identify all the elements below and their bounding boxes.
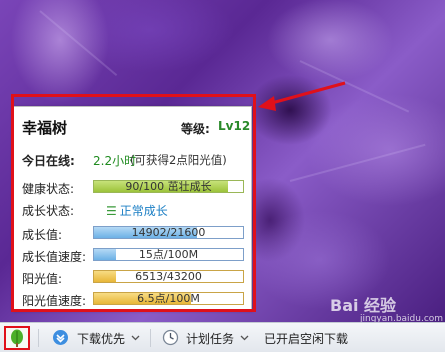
happiness-tree-button[interactable]	[4, 326, 30, 350]
health-label: 健康状态:	[22, 182, 75, 196]
growth-value-bar: 14902/21600	[93, 226, 244, 239]
growth-status-text: 正常成长	[119, 204, 168, 218]
online-time-label: 今日在线:	[22, 154, 75, 168]
chevron-down-icon[interactable]	[240, 333, 249, 342]
download-priority-button[interactable]: 下载优先	[77, 330, 125, 347]
idle-download-status[interactable]: 已开启空闲下载	[264, 330, 348, 347]
tree-leaf-icon	[11, 329, 23, 347]
level-value: Lv12	[218, 119, 251, 133]
online-time-note: (可获得2点阳光值)	[130, 153, 227, 167]
health-bar: 90/100 茁壮成长	[93, 180, 244, 193]
growth-value-label: 成长值:	[22, 228, 63, 242]
watermark-text: Bai 经验	[330, 296, 397, 315]
happiness-tree-tooltip: 幸福树 等级: Lv12 今日在线: 2.2小时 (可获得2点阳光值) 健康状态…	[12, 106, 252, 310]
sunlight-speed-label: 阳光值速度:	[22, 294, 87, 308]
taskbar-separator	[38, 329, 39, 347]
growth-speed-bar: 15点/100M	[93, 248, 244, 261]
bottom-taskbar: 下载优先 计划任务 已开启空闲下载	[0, 322, 445, 352]
baidu-watermark: Bai 经验 jingyan.baidu.com	[330, 292, 443, 324]
sunlight-speed-bar: 6.5点/100M	[93, 292, 244, 305]
status-bars-icon: ☰	[106, 204, 117, 218]
chevron-down-icon[interactable]	[131, 333, 140, 342]
clock-icon[interactable]	[162, 329, 179, 346]
health-bar-text: 90/100 茁壮成长	[125, 180, 212, 193]
level-label: 等级:	[181, 122, 210, 136]
growth-speed-label: 成长值速度:	[22, 250, 87, 264]
taskbar-separator	[150, 329, 151, 347]
sunlight-label: 阳光值:	[22, 272, 63, 286]
download-priority-icon[interactable]	[52, 329, 69, 346]
growth-status-value: ☰ 正常成长	[106, 202, 168, 219]
tooltip-title: 幸福树	[22, 119, 68, 137]
sunlight-speed-bar-text: 6.5点/100M	[137, 292, 200, 305]
growth-speed-bar-text: 15点/100M	[138, 248, 199, 261]
growth-status-label: 成长状态:	[22, 204, 75, 218]
sunlight-bar: 6513/43200	[93, 270, 244, 283]
growth-value-bar-text: 14902/21600	[131, 226, 206, 239]
scheduled-task-button[interactable]: 计划任务	[186, 330, 234, 347]
sunlight-bar-text: 6513/43200	[135, 270, 202, 283]
